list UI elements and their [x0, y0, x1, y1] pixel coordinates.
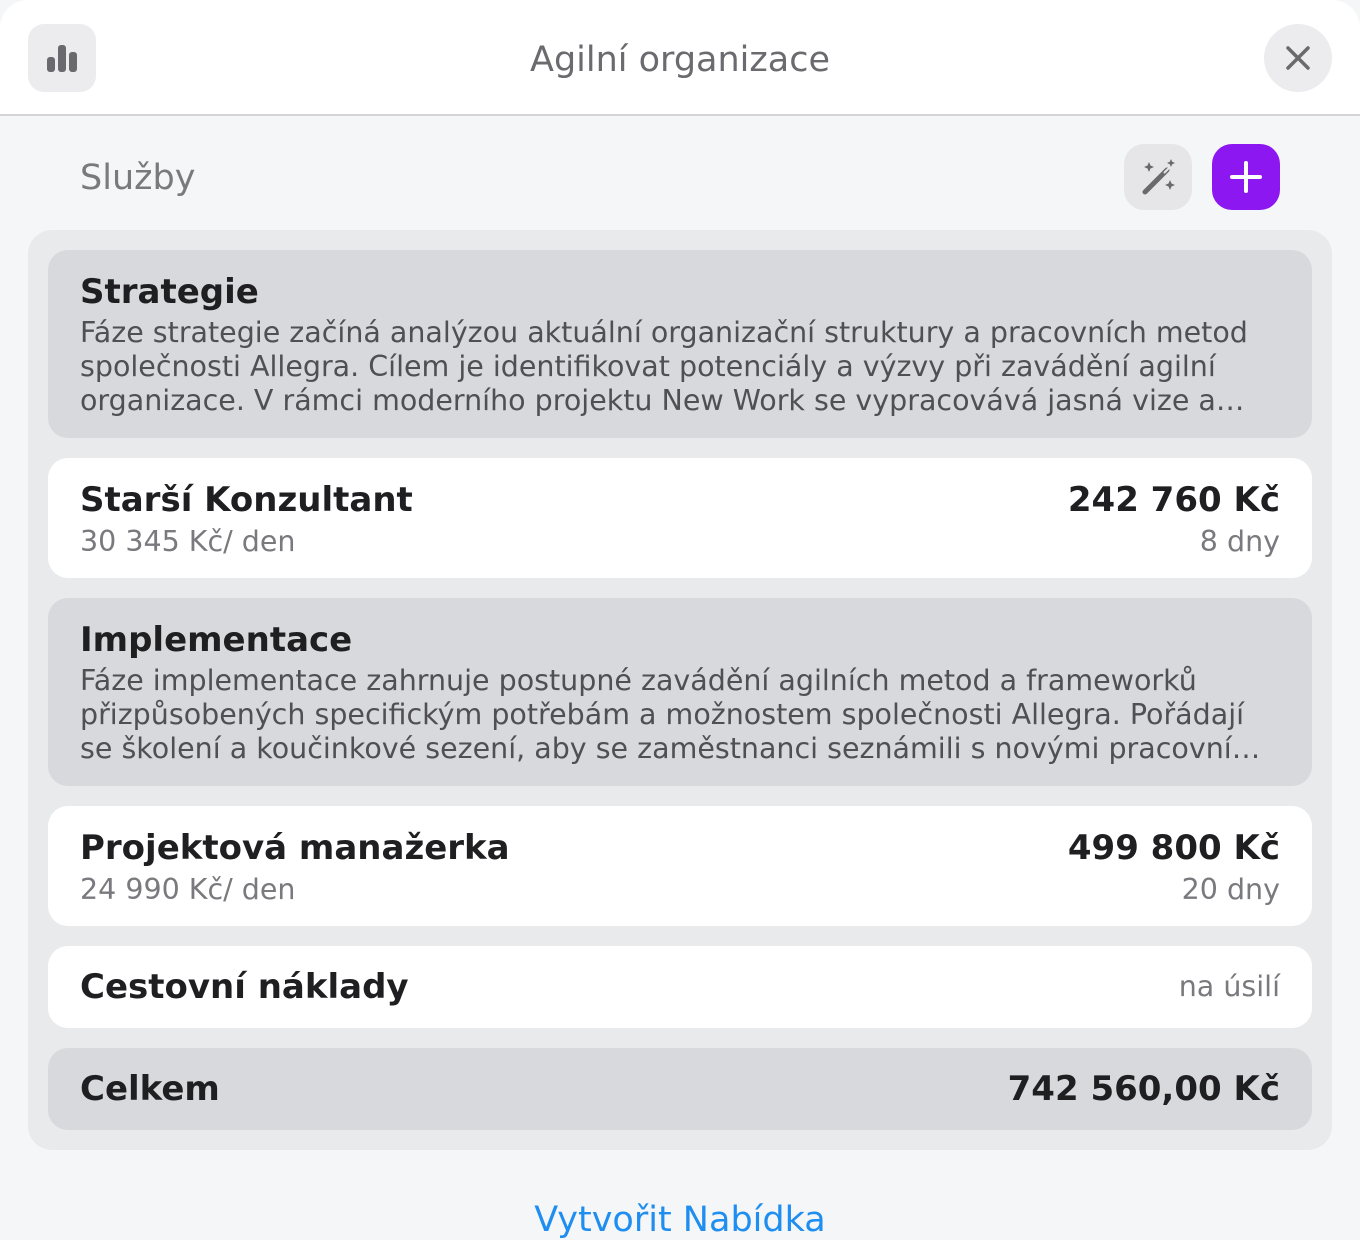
phase-title: Strategie — [80, 272, 259, 312]
phase-description: Fáze implementace zahrnuje postupné zavá… — [80, 664, 1268, 765]
phase-card-strategie[interactable]: Strategie Fáze strategie začíná analýzou… — [48, 250, 1312, 438]
close-button[interactable] — [1264, 24, 1332, 92]
role-rate: 30 345 Kč/ den — [80, 525, 296, 558]
role-days: 20 dny — [1181, 873, 1280, 906]
total-amount: 742 560,00 Kč — [1007, 1069, 1280, 1109]
stats-button[interactable] — [28, 24, 96, 92]
travel-name: Cestovní náklady — [80, 967, 409, 1007]
modal-header: Agilní organizace — [0, 0, 1360, 116]
role-row-project-manager[interactable]: Projektová manažerka 24 990 Kč/ den 499 … — [48, 806, 1312, 926]
magic-wand-icon — [1142, 159, 1175, 195]
total-label: Celkem — [80, 1069, 220, 1109]
section-title: Služby — [80, 158, 196, 198]
role-row-senior-consultant[interactable]: Starší Konzultant 30 345 Kč/ den 242 760… — [48, 458, 1312, 578]
role-amount: 242 760 Kč — [1067, 480, 1280, 520]
role-rate: 24 990 Kč/ den — [80, 873, 296, 906]
role-days: 8 dny — [1199, 525, 1280, 558]
total-row: Celkem 742 560,00 Kč — [48, 1048, 1312, 1130]
create-offer-link[interactable]: Vytvořit Nabídka — [380, 1196, 980, 1240]
phase-title: Implementace — [80, 620, 353, 660]
offer-modal: Agilní organizace Služby Strategie Fáze … — [0, 0, 1360, 1240]
close-icon — [1286, 46, 1310, 70]
add-service-button[interactable] — [1212, 144, 1280, 210]
role-name: Projektová manažerka — [80, 828, 510, 868]
role-amount: 499 800 Kč — [1067, 828, 1280, 868]
travel-note: na úsilí — [1178, 970, 1280, 1003]
magic-generate-button[interactable] — [1124, 144, 1192, 210]
travel-costs-row[interactable]: Cestovní náklady na úsilí — [48, 946, 1312, 1028]
bar-chart-icon — [47, 45, 77, 72]
modal-title: Agilní organizace — [530, 40, 830, 80]
role-name: Starší Konzultant — [80, 480, 413, 520]
phase-card-implementace[interactable]: Implementace Fáze implementace zahrnuje … — [48, 598, 1312, 786]
phase-description: Fáze strategie začíná analýzou aktuální … — [80, 316, 1248, 417]
plus-icon — [1230, 161, 1262, 193]
